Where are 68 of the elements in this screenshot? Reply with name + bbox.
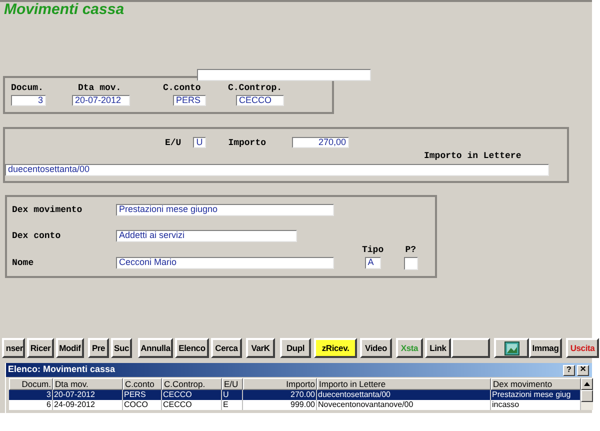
input-field[interactable]: Prestazioni mese giugno bbox=[116, 204, 334, 216]
toolbar-button[interactable]: Dupl bbox=[280, 338, 311, 358]
table-cell: 24-09-2012 bbox=[53, 400, 123, 410]
toolbar-button[interactable]: nser bbox=[2, 338, 25, 358]
field-label: Nome bbox=[12, 258, 35, 268]
toolbar-button[interactable]: Video bbox=[360, 338, 392, 358]
table-row[interactable]: 6 24-09-2012 COCO CECCO E 999.00 Novecentonovantanove/00 incasso bbox=[9, 400, 581, 410]
table-cell: E bbox=[222, 400, 243, 410]
toolbar-button[interactable]: Annulla bbox=[138, 338, 173, 358]
input-field[interactable]: U bbox=[193, 137, 206, 148]
column-header[interactable]: Docum. bbox=[9, 378, 53, 390]
table-cell: 999.00 bbox=[243, 400, 317, 410]
field-label: Dex conto bbox=[12, 231, 62, 241]
scroll-up-button[interactable] bbox=[581, 378, 593, 390]
field-label: C.conto bbox=[163, 83, 201, 93]
image-button[interactable] bbox=[494, 338, 529, 358]
table-cell: Novecentonovantanove/00 bbox=[317, 400, 491, 410]
toolbar-button[interactable]: Ricer bbox=[27, 338, 54, 358]
toolbar-button[interactable]: zRicev. bbox=[314, 338, 357, 358]
toolbar-button[interactable]: Pre bbox=[88, 338, 109, 358]
input-field[interactable] bbox=[404, 257, 418, 270]
column-header[interactable]: C.conto bbox=[123, 378, 162, 390]
toolbar-button[interactable]: Immag bbox=[529, 338, 562, 358]
toolbar-button[interactable]: VarK bbox=[246, 338, 275, 358]
field-label: P? bbox=[405, 245, 416, 255]
scroll-thumb[interactable] bbox=[581, 390, 593, 402]
input-field[interactable]: PERS bbox=[173, 95, 206, 106]
table-cell: CECCO bbox=[162, 400, 222, 410]
field-label: E/U bbox=[165, 138, 182, 148]
field-label: C.Controp. bbox=[228, 83, 282, 93]
toolbar-button[interactable]: Suc bbox=[111, 338, 132, 358]
blank-field[interactable] bbox=[197, 69, 371, 81]
input-field[interactable]: duecentosettanta/00 bbox=[5, 164, 549, 176]
help-button[interactable]: ? bbox=[563, 364, 575, 376]
window-title: Elenco: Movimenti cassa bbox=[8, 363, 116, 376]
up-arrow-icon bbox=[584, 382, 590, 386]
input-field[interactable]: 20-07-2012 bbox=[72, 95, 130, 106]
close-button[interactable]: × bbox=[577, 364, 589, 376]
input-field[interactable]: 270,00 bbox=[292, 137, 350, 148]
window-title: Movimenti cassa bbox=[4, 2, 124, 18]
column-header[interactable]: C.Controp. bbox=[162, 378, 222, 390]
blank-button[interactable] bbox=[451, 338, 490, 358]
field-label: Docum. bbox=[11, 83, 44, 93]
toolbar-button[interactable]: Cerca bbox=[211, 338, 242, 358]
toolbar-button[interactable]: Link bbox=[425, 338, 451, 358]
input-field[interactable]: Addetti ai servizi bbox=[116, 230, 297, 242]
table-cell: 6 bbox=[9, 400, 53, 410]
toolbar-button[interactable]: Modif bbox=[56, 338, 84, 358]
column-header[interactable]: E/U bbox=[222, 378, 243, 390]
table-row[interactable]: 3 20-07-2012 PERS CECCO U 270.00 duecentosettanta/00 Prestazioni mese giug bbox=[9, 390, 581, 400]
input-field[interactable]: A bbox=[364, 257, 381, 269]
column-header[interactable]: Dta mov. bbox=[53, 378, 123, 390]
input-field[interactable]: Cecconi Mario bbox=[116, 257, 334, 269]
input-field[interactable]: CECCO bbox=[236, 95, 284, 106]
input-field[interactable]: 3 bbox=[11, 95, 46, 106]
field-label: Dex movimento bbox=[12, 205, 84, 215]
field-label: Dta mov. bbox=[78, 83, 122, 93]
field-label: Importo bbox=[228, 138, 266, 148]
column-header[interactable]: Importo bbox=[243, 378, 317, 390]
field-label: Tipo bbox=[362, 245, 384, 255]
toolbar-button[interactable]: Elenco bbox=[175, 338, 209, 358]
toolbar-button[interactable]: Uscita bbox=[566, 338, 599, 358]
picture-frame-icon bbox=[504, 340, 520, 356]
column-header[interactable]: Importo in Lettere bbox=[317, 378, 491, 390]
column-header[interactable]: Dex movimento bbox=[491, 378, 581, 390]
field-label: Importo in Lettere bbox=[424, 151, 522, 161]
scrollbar[interactable] bbox=[581, 378, 593, 410]
table-cell: COCO bbox=[123, 400, 162, 410]
